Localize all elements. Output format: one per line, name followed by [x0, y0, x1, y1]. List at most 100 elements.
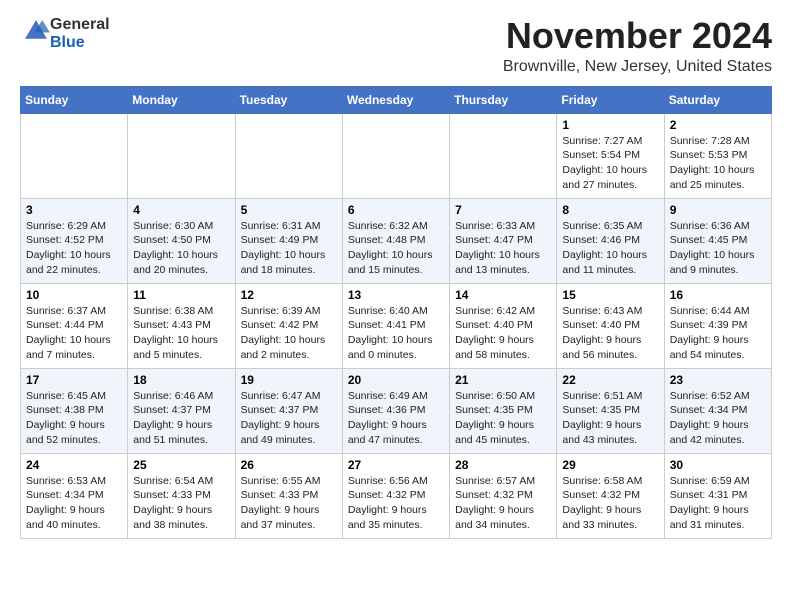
day-number: 25: [133, 458, 229, 472]
day-number: 22: [562, 373, 658, 387]
table-row: 14 Sunrise: 6:42 AMSunset: 4:40 PMDayligh…: [450, 283, 557, 368]
table-row: 4Sunrise: 6:30 AMSunset: 4:50 PMDaylight…: [128, 198, 235, 283]
day-number: 29: [562, 458, 658, 472]
col-monday: Monday: [128, 86, 235, 113]
day-number: 17: [26, 373, 122, 387]
table-row: 12 Sunrise: 6:39 AMSunset: 4:42 PMDayligh…: [235, 283, 342, 368]
page: General Blue November 2024 Brownville, N…: [0, 0, 792, 555]
logo-icon: [22, 17, 50, 45]
day-info: Sunrise: 6:56 AMSunset: 4:32 PMDaylight:…: [348, 474, 444, 533]
col-sunday: Sunday: [21, 86, 128, 113]
day-info: Sunrise: 6:54 AMSunset: 4:33 PMDaylight:…: [133, 474, 229, 533]
table-row: 7Sunrise: 6:33 AMSunset: 4:47 PMDaylight…: [450, 198, 557, 283]
day-info: Sunrise: 6:42 AMSunset: 4:40 PMDaylight:…: [455, 304, 551, 363]
day-number: 26: [241, 458, 337, 472]
calendar-table: Sunday Monday Tuesday Wednesday Thursday…: [20, 86, 772, 539]
day-number: 23: [670, 373, 766, 387]
table-row: [21, 113, 128, 198]
day-info: Sunrise: 6:30 AMSunset: 4:50 PMDaylight:…: [133, 219, 229, 278]
day-number: 10: [26, 288, 122, 302]
day-number: 21: [455, 373, 551, 387]
day-info: Sunrise: 6:39 AMSunset: 4:42 PMDaylight:…: [241, 304, 337, 363]
table-row: 11 Sunrise: 6:38 AMSunset: 4:43 PMDayligh…: [128, 283, 235, 368]
day-number: 11: [133, 288, 229, 302]
logo-general-text: General: [50, 16, 110, 33]
calendar-week-row: 10 Sunrise: 6:37 AMSunset: 4:44 PMDayligh…: [21, 283, 772, 368]
day-info: Sunrise: 7:28 AMSunset: 5:53 PMDaylight:…: [670, 134, 766, 193]
day-number: 16: [670, 288, 766, 302]
day-number: 2: [670, 118, 766, 132]
table-row: 20Sunrise: 6:49 AMSunset: 4:36 PMDayligh…: [342, 368, 449, 453]
table-row: 8 Sunrise: 6:35 AMSunset: 4:46 PMDaylight…: [557, 198, 664, 283]
day-number: 13: [348, 288, 444, 302]
table-row: 16 Sunrise: 6:44 AMSunset: 4:39 PMDayligh…: [664, 283, 771, 368]
header: General Blue November 2024 Brownville, N…: [20, 16, 772, 76]
day-number: 15: [562, 288, 658, 302]
logo: General Blue: [20, 16, 110, 51]
col-wednesday: Wednesday: [342, 86, 449, 113]
day-number: 27: [348, 458, 444, 472]
table-row: 22 Sunrise: 6:51 AMSunset: 4:35 PMDayligh…: [557, 368, 664, 453]
day-info: Sunrise: 6:44 AMSunset: 4:39 PMDaylight:…: [670, 304, 766, 363]
day-number: 1: [562, 118, 658, 132]
col-friday: Friday: [557, 86, 664, 113]
day-info: Sunrise: 6:47 AMSunset: 4:37 PMDaylight:…: [241, 389, 337, 448]
table-row: 17Sunrise: 6:45 AMSunset: 4:38 PMDayligh…: [21, 368, 128, 453]
table-row: 3Sunrise: 6:29 AMSunset: 4:52 PMDaylight…: [21, 198, 128, 283]
day-number: 12: [241, 288, 337, 302]
day-info: Sunrise: 6:58 AMSunset: 4:32 PMDaylight:…: [562, 474, 658, 533]
table-row: 5 Sunrise: 6:31 AMSunset: 4:49 PMDaylight…: [235, 198, 342, 283]
table-row: 26Sunrise: 6:55 AMSunset: 4:33 PMDayligh…: [235, 453, 342, 538]
table-row: 23 Sunrise: 6:52 AMSunset: 4:34 PMDayligh…: [664, 368, 771, 453]
day-number: 18: [133, 373, 229, 387]
day-number: 5: [241, 203, 337, 217]
day-info: Sunrise: 6:38 AMSunset: 4:43 PMDaylight:…: [133, 304, 229, 363]
table-row: [235, 113, 342, 198]
col-thursday: Thursday: [450, 86, 557, 113]
table-row: [450, 113, 557, 198]
day-number: 8: [562, 203, 658, 217]
table-row: 18 Sunrise: 6:46 AMSunset: 4:37 PMDayligh…: [128, 368, 235, 453]
day-number: 19: [241, 373, 337, 387]
logo-blue-text: Blue: [50, 34, 85, 51]
table-row: 19 Sunrise: 6:47 AMSunset: 4:37 PMDayligh…: [235, 368, 342, 453]
day-info: Sunrise: 6:29 AMSunset: 4:52 PMDaylight:…: [26, 219, 122, 278]
table-row: 25 Sunrise: 6:54 AMSunset: 4:33 PMDayligh…: [128, 453, 235, 538]
table-row: 10 Sunrise: 6:37 AMSunset: 4:44 PMDayligh…: [21, 283, 128, 368]
day-number: 24: [26, 458, 122, 472]
day-info: Sunrise: 6:59 AMSunset: 4:31 PMDaylight:…: [670, 474, 766, 533]
day-info: Sunrise: 6:52 AMSunset: 4:34 PMDaylight:…: [670, 389, 766, 448]
calendar-week-row: 1 Sunrise: 7:27 AMSunset: 5:54 PMDaylight…: [21, 113, 772, 198]
day-info: Sunrise: 6:35 AMSunset: 4:46 PMDaylight:…: [562, 219, 658, 278]
day-info: Sunrise: 6:50 AMSunset: 4:35 PMDaylight:…: [455, 389, 551, 448]
table-row: 2 Sunrise: 7:28 AMSunset: 5:53 PMDaylight…: [664, 113, 771, 198]
calendar-header-row: Sunday Monday Tuesday Wednesday Thursday…: [21, 86, 772, 113]
day-number: 28: [455, 458, 551, 472]
table-row: 13 Sunrise: 6:40 AMSunset: 4:41 PMDayligh…: [342, 283, 449, 368]
day-info: Sunrise: 6:31 AMSunset: 4:49 PMDaylight:…: [241, 219, 337, 278]
table-row: [342, 113, 449, 198]
day-info: Sunrise: 6:53 AMSunset: 4:34 PMDaylight:…: [26, 474, 122, 533]
table-row: 9Sunrise: 6:36 AMSunset: 4:45 PMDaylight…: [664, 198, 771, 283]
day-number: 9: [670, 203, 766, 217]
table-row: 1 Sunrise: 7:27 AMSunset: 5:54 PMDaylight…: [557, 113, 664, 198]
day-info: Sunrise: 6:49 AMSunset: 4:36 PMDaylight:…: [348, 389, 444, 448]
day-info: Sunrise: 6:32 AMSunset: 4:48 PMDaylight:…: [348, 219, 444, 278]
table-row: 27 Sunrise: 6:56 AMSunset: 4:32 PMDayligh…: [342, 453, 449, 538]
table-row: [128, 113, 235, 198]
day-info: Sunrise: 6:51 AMSunset: 4:35 PMDaylight:…: [562, 389, 658, 448]
table-row: 24 Sunrise: 6:53 AMSunset: 4:34 PMDayligh…: [21, 453, 128, 538]
table-row: 30Sunrise: 6:59 AMSunset: 4:31 PMDayligh…: [664, 453, 771, 538]
table-row: 21 Sunrise: 6:50 AMSunset: 4:35 PMDayligh…: [450, 368, 557, 453]
day-info: Sunrise: 6:40 AMSunset: 4:41 PMDaylight:…: [348, 304, 444, 363]
calendar-week-row: 3Sunrise: 6:29 AMSunset: 4:52 PMDaylight…: [21, 198, 772, 283]
day-info: Sunrise: 7:27 AMSunset: 5:54 PMDaylight:…: [562, 134, 658, 193]
table-row: 29 Sunrise: 6:58 AMSunset: 4:32 PMDayligh…: [557, 453, 664, 538]
month-title: November 2024: [503, 16, 772, 56]
calendar-week-row: 17Sunrise: 6:45 AMSunset: 4:38 PMDayligh…: [21, 368, 772, 453]
calendar-week-row: 24 Sunrise: 6:53 AMSunset: 4:34 PMDayligh…: [21, 453, 772, 538]
day-info: Sunrise: 6:37 AMSunset: 4:44 PMDaylight:…: [26, 304, 122, 363]
day-number: 14: [455, 288, 551, 302]
day-info: Sunrise: 6:57 AMSunset: 4:32 PMDaylight:…: [455, 474, 551, 533]
day-info: Sunrise: 6:46 AMSunset: 4:37 PMDaylight:…: [133, 389, 229, 448]
